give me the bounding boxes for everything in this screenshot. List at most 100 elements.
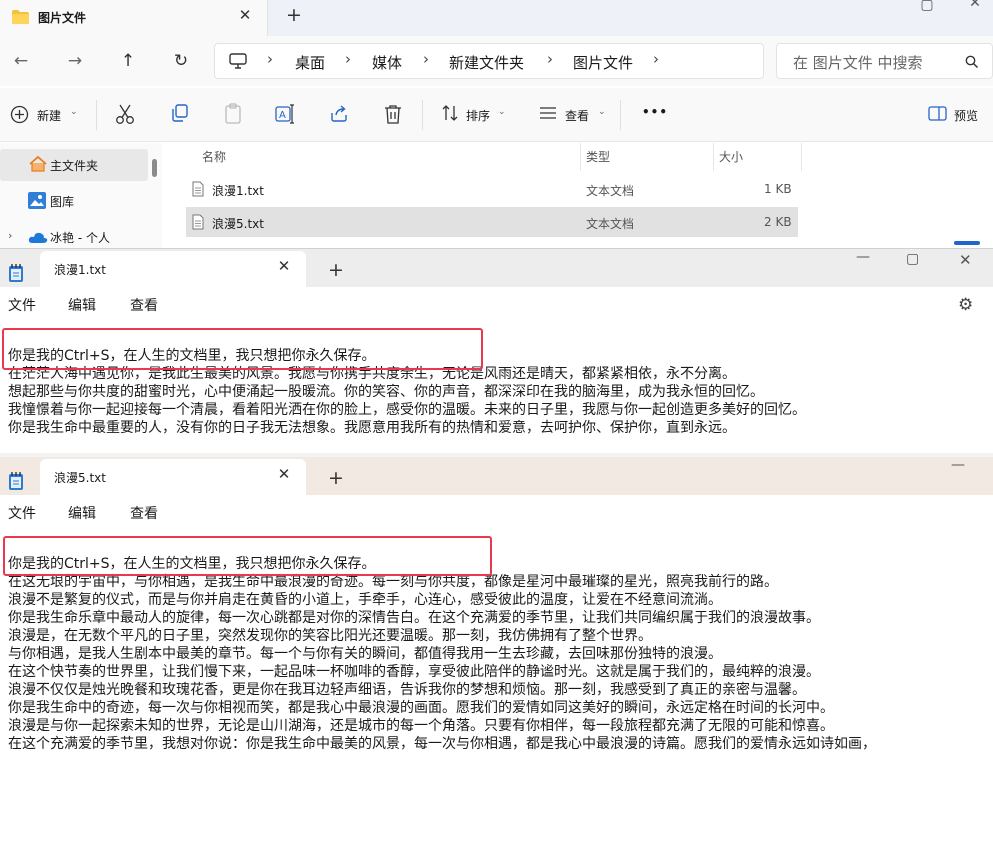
selection-indicator xyxy=(954,241,980,245)
refresh-icon[interactable]: ↻ xyxy=(168,48,194,74)
notepad-editor[interactable]: 你是我的Ctrl+S，在人生的文档里，我只想把你永久保存。 在这无垠的宇宙中，与… xyxy=(0,531,993,845)
breadcrumb-desktop[interactable]: 桌面 xyxy=(295,52,325,73)
paste-icon[interactable] xyxy=(223,103,245,125)
column-header-name[interactable]: 名称 xyxy=(202,148,226,165)
preview-button[interactable]: 预览 xyxy=(954,107,978,124)
notepad-tab[interactable]: 浪漫5.txt ✕ xyxy=(40,459,306,495)
explorer-titlebar: 图片文件 ✕ + ▢ ✕ xyxy=(0,0,993,36)
notepad-icon xyxy=(8,471,24,491)
back-arrow-icon[interactable]: ← xyxy=(8,48,34,74)
notepad-tab-title: 浪漫1.txt xyxy=(54,263,106,277)
maximize-icon[interactable]: ▢ xyxy=(912,0,942,22)
notepad-icon xyxy=(8,263,24,283)
search-icon[interactable] xyxy=(965,55,979,69)
text-file-icon xyxy=(192,214,204,230)
more-options-button[interactable]: ••• xyxy=(642,105,668,119)
text-line: 你是我生命中最重要的人，没有你的日子我无法想象。我愿意用我所有的热情和爱意，去呵… xyxy=(8,420,736,436)
breadcrumb-media[interactable]: 媒体 xyxy=(372,52,402,73)
settings-gear-icon[interactable]: ⚙ xyxy=(958,295,973,315)
preview-pane-icon[interactable] xyxy=(928,105,950,127)
search-box[interactable]: 在 图片文件 中搜索 xyxy=(776,43,993,79)
delete-icon[interactable] xyxy=(383,103,405,125)
notepad-editor[interactable]: 你是我的Ctrl+S，在人生的文档里，我只想把你永久保存。 在茫茫人海中遇见你，… xyxy=(0,323,993,453)
text-line: 你是我生命中的奇迹，每一次与你相视而笑，都是我心中最浪漫的画面。愿我们的爱情如同… xyxy=(8,700,834,716)
copy-icon[interactable] xyxy=(170,103,192,125)
chevron-right-icon: › xyxy=(423,50,429,68)
new-tab-button[interactable]: + xyxy=(326,259,346,283)
add-circle-icon[interactable] xyxy=(10,105,32,127)
file-row[interactable]: 浪漫5.txt 文本文档 2 KB xyxy=(186,207,798,237)
toolbar-divider xyxy=(620,100,621,130)
menu-view[interactable]: 查看 xyxy=(130,503,158,523)
sort-icon[interactable] xyxy=(440,103,462,125)
notepad-window-2: 浪漫5.txt ✕ + — 文件 编辑 查看 你是我的Ctrl+S，在人生的文档… xyxy=(0,457,993,845)
menu-file[interactable]: 文件 xyxy=(8,295,36,315)
view-icon[interactable] xyxy=(538,103,560,125)
text-file-icon xyxy=(192,181,204,197)
explorer-tab[interactable]: 图片文件 ✕ xyxy=(0,0,268,36)
text-line: 浪漫不仅仅是烛光晚餐和玫瑰花香，更是你在我耳边轻声细语，告诉我你的梦想和烦恼。那… xyxy=(8,682,806,698)
close-icon[interactable]: ✕ xyxy=(236,6,254,28)
highlight-box xyxy=(2,328,483,370)
new-tab-button[interactable]: + xyxy=(284,4,304,30)
breadcrumb-new-folder[interactable]: 新建文件夹 xyxy=(449,52,524,73)
text-line: 在这个快节奏的世界里，让我们慢下来，一起品味一杯咖啡的香醇，享受彼此陪伴的静谧时… xyxy=(8,664,820,680)
breadcrumb-image-folder[interactable]: 图片文件 xyxy=(573,52,633,73)
close-icon[interactable]: ✕ xyxy=(274,257,294,281)
sidebar-item-home[interactable]: 主文件夹 xyxy=(0,149,148,181)
file-size: 1 KB xyxy=(764,182,792,196)
new-tab-button[interactable]: + xyxy=(326,467,346,491)
text-line: 想起那些与你共度的甜蜜时光，心中便涌起一股暖流。你的笑容、你的声音，都深深印在我… xyxy=(8,384,764,400)
text-line: 我憧憬着与你一起迎接每一个清晨，看着阳光洒在你的脸上，感受你的温暖。未来的日子里… xyxy=(8,402,806,418)
menu-view[interactable]: 查看 xyxy=(130,295,158,315)
menu-edit[interactable]: 编辑 xyxy=(68,295,96,315)
home-icon xyxy=(28,155,48,173)
sidebar-item-label: 图库 xyxy=(50,195,75,209)
column-divider xyxy=(713,143,714,171)
sidebar-item-onedrive[interactable]: › 冰艳 - 个人 xyxy=(0,221,148,248)
file-name: 浪漫1.txt xyxy=(212,184,264,198)
file-row[interactable]: 浪漫1.txt 文本文档 1 KB xyxy=(186,174,798,204)
column-divider xyxy=(801,143,802,171)
sort-button[interactable]: 排序 xyxy=(466,107,490,124)
file-explorer-window: 图片文件 ✕ + ▢ ✕ ← → ↑ ↻ › 桌面 › 媒体 › 新建文件夹 ›… xyxy=(0,0,993,248)
column-divider xyxy=(580,143,581,171)
chevron-down-icon[interactable]: ⌄ xyxy=(70,107,78,117)
minimize-icon[interactable]: — xyxy=(856,249,870,265)
view-button[interactable]: 查看 xyxy=(565,107,589,124)
up-arrow-icon[interactable]: ↑ xyxy=(115,48,141,74)
close-icon[interactable]: ✕ xyxy=(274,465,294,489)
cut-icon[interactable] xyxy=(115,103,137,125)
chevron-down-icon[interactable]: ⌄ xyxy=(598,107,606,117)
chevron-right-icon[interactable]: › xyxy=(8,229,12,242)
menu-file[interactable]: 文件 xyxy=(8,503,36,523)
menu-edit[interactable]: 编辑 xyxy=(68,503,96,523)
text-line: 浪漫是，在无数个平凡的日子里，突然发现你的笑容比阳光还要温暖。那一刻，我仿佛拥有… xyxy=(8,628,652,644)
toolbar-divider xyxy=(96,100,97,130)
gallery-icon xyxy=(28,192,46,209)
text-line: 与你相遇，是我人生剧本中最美的章节。每一个与你有关的瞬间，都值得我用一生去珍藏，… xyxy=(8,646,722,662)
minimize-icon[interactable]: — xyxy=(951,457,965,473)
column-header-size[interactable]: 大小 xyxy=(719,148,743,165)
notepad-window-1: 浪漫1.txt ✕ + — ▢ ✕ 文件 编辑 查看 ⚙ 你是我的Ctrl+S，… xyxy=(0,248,993,453)
new-button[interactable]: 新建 xyxy=(37,107,61,124)
file-list: 名称 类型 大小 浪漫1.txt 文本文档 1 KB 浪漫5.txt 文本文档 … xyxy=(168,143,993,248)
share-icon[interactable] xyxy=(329,103,351,125)
search-placeholder: 在 图片文件 中搜索 xyxy=(793,54,923,72)
notepad-tab[interactable]: 浪漫1.txt ✕ xyxy=(40,251,306,287)
maximize-icon[interactable]: ▢ xyxy=(906,251,919,267)
file-name: 浪漫5.txt xyxy=(212,217,264,231)
column-header-type[interactable]: 类型 xyxy=(586,148,610,165)
chevron-down-icon[interactable]: ⌄ xyxy=(498,107,506,117)
sidebar-item-label: 主文件夹 xyxy=(50,159,99,173)
close-window-icon[interactable]: ✕ xyxy=(959,251,972,269)
sidebar-scrollbar[interactable] xyxy=(152,159,157,177)
sidebar-item-gallery[interactable]: 图库 xyxy=(0,185,148,217)
forward-arrow-icon[interactable]: → xyxy=(62,48,88,74)
address-bar[interactable]: › 桌面 › 媒体 › 新建文件夹 › 图片文件 › xyxy=(214,43,764,79)
close-window-icon[interactable]: ✕ xyxy=(960,0,990,20)
chevron-right-icon: › xyxy=(345,50,351,68)
rename-icon[interactable]: A xyxy=(274,103,296,125)
cloud-icon xyxy=(28,231,48,244)
explorer-navbar: ← → ↑ ↻ › 桌面 › 媒体 › 新建文件夹 › 图片文件 › 在 图片文… xyxy=(0,36,993,86)
